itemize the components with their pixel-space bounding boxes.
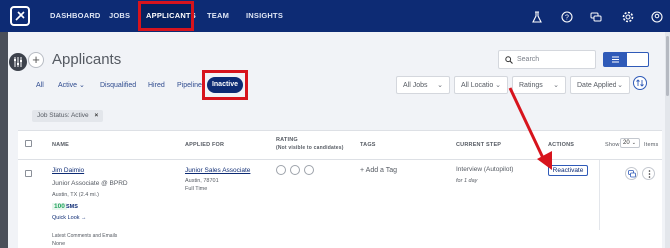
annotation-arrow-icon — [508, 87, 552, 170]
scrollbar[interactable] — [665, 32, 670, 248]
scrollbar-thumb[interactable] — [666, 36, 669, 96]
